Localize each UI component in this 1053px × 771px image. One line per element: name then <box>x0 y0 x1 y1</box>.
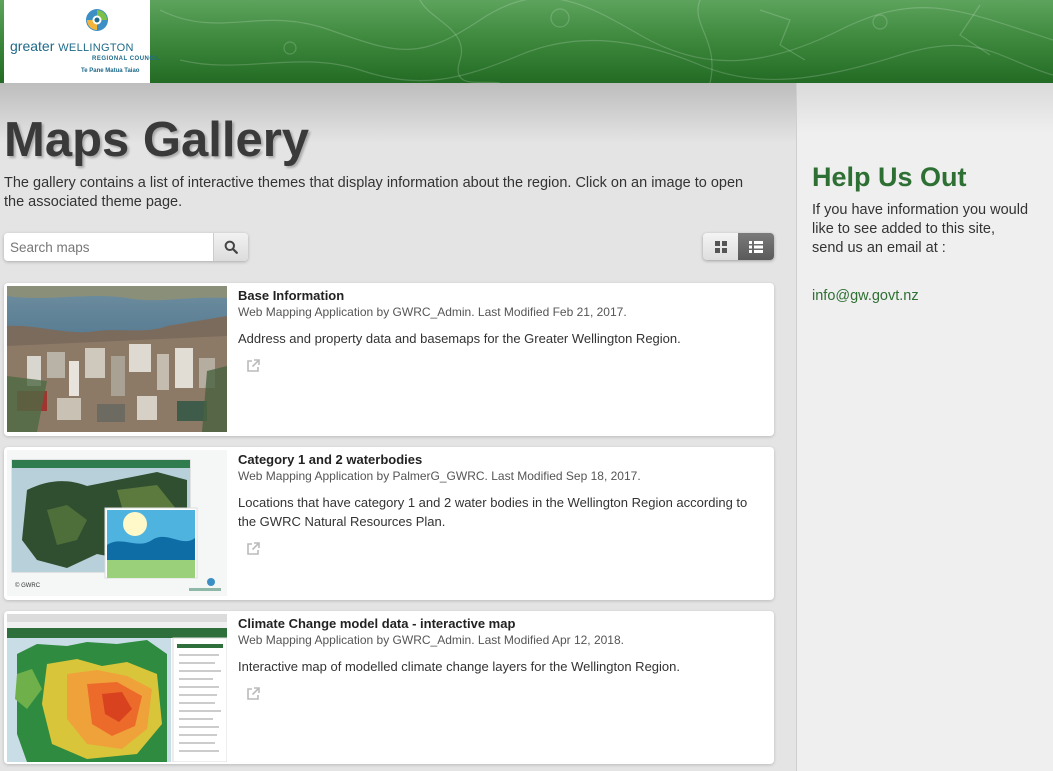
grid-view-button[interactable] <box>703 233 738 260</box>
page-intro: The gallery contains a list of interacti… <box>4 175 744 210</box>
map-card-info: Category 1 and 2 waterbodies Web Mapping… <box>238 452 763 561</box>
gwrc-logo[interactable]: greater WELLINGTON REGIONAL COUNCIL Te P… <box>4 0 160 83</box>
sidebar-shade <box>797 83 1053 133</box>
map-title[interactable]: Category 1 and 2 waterbodies <box>238 452 763 468</box>
view-toggle <box>703 233 774 260</box>
map-meta: Web Mapping Application by GWRC_Admin. L… <box>238 633 624 647</box>
map-title[interactable]: Climate Change model data - interactive … <box>238 616 763 632</box>
map-thumbnail[interactable] <box>7 286 227 432</box>
map-description: Locations that have category 1 and 2 wat… <box>238 495 748 529</box>
external-link-button[interactable] <box>246 687 260 706</box>
map-title[interactable]: Base Information <box>238 288 763 304</box>
external-link-icon <box>247 542 260 555</box>
logo-brand-name: WELLINGTON <box>58 42 134 54</box>
search-button[interactable] <box>213 233 248 261</box>
waterbodies-thumbnail: © GWRC <box>7 450 227 596</box>
map-card-info: Climate Change model data - interactive … <box>238 616 763 706</box>
map-card-base-information: Base Information Web Mapping Application… <box>4 283 774 436</box>
help-title: Help Us Out <box>812 162 967 192</box>
help-text: If you have information you would like t… <box>812 202 1029 256</box>
map-description: Interactive map of modelled climate chan… <box>238 659 680 674</box>
logo-subtitle: REGIONAL COUNCIL <box>92 56 161 62</box>
header-map-pattern <box>159 0 1053 83</box>
search-input[interactable] <box>4 233 213 261</box>
thumb-caption: © GWRC <box>15 582 41 589</box>
map-card-waterbodies: © GWRC Category 1 and 2 waterbodies Web … <box>4 447 774 600</box>
help-email-link[interactable]: info@gw.govt.nz <box>812 288 919 304</box>
map-description: Address and property data and basemaps f… <box>238 331 681 346</box>
search-bar <box>4 233 248 261</box>
sidebar: Help Us Out If you have information you … <box>796 83 1053 771</box>
search-icon <box>224 240 238 254</box>
map-meta: Web Mapping Application by GWRC_Admin. L… <box>238 305 627 319</box>
city-aerial-thumbnail <box>7 286 227 432</box>
page-title: Maps Gallery <box>4 113 310 167</box>
map-thumbnail[interactable]: © GWRC <box>7 450 227 596</box>
list-view-button[interactable] <box>738 233 774 260</box>
external-link-icon <box>247 359 260 372</box>
gwrc-logo-icon <box>86 9 108 31</box>
map-card-info: Base Information Web Mapping Application… <box>238 288 763 378</box>
logo-brand: greater WELLINGTON <box>10 38 134 54</box>
map-card-climate-change: Climate Change model data - interactive … <box>4 611 774 764</box>
map-thumbnail[interactable] <box>7 614 227 762</box>
list-view-icon <box>749 240 763 253</box>
external-link-icon <box>247 687 260 700</box>
grid-view-icon <box>714 240 727 253</box>
map-meta: Web Mapping Application by PalmerG_GWRC.… <box>238 469 641 483</box>
external-link-button[interactable] <box>246 359 260 378</box>
site-header: greater WELLINGTON REGIONAL COUNCIL Te P… <box>0 0 1053 83</box>
external-link-button[interactable] <box>246 542 260 561</box>
logo-brand-prefix: greater <box>10 38 55 54</box>
logo-maori-name: Te Pane Matua Taiao <box>81 68 140 74</box>
climate-map-thumbnail <box>7 614 227 762</box>
